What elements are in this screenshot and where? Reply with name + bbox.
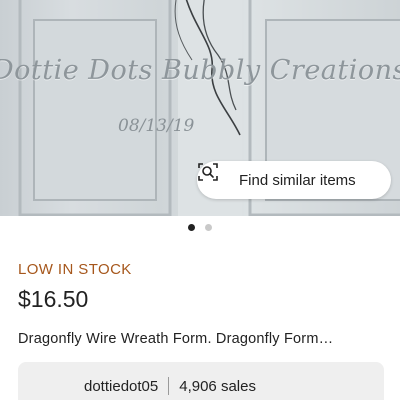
carousel-indicator (0, 224, 400, 231)
listing-title[interactable]: Dragonfly Wire Wreath Form. Dragonfly Fo… (18, 331, 384, 347)
shop-card[interactable]: dottiedot05 4,906 sales (18, 362, 384, 400)
listing-photo[interactable]: Dottie Dots Bubbly Creations created. 08… (0, 0, 400, 216)
watermark-text: Dottie Dots Bubbly Creations created. (0, 55, 400, 86)
shop-sales-count: 4,906 sales (179, 377, 256, 395)
divider (168, 377, 170, 395)
watermark-date: 08/13/19 (118, 116, 195, 136)
shop-name[interactable]: dottiedot05 (84, 378, 158, 395)
visual-search-icon (198, 163, 231, 191)
carousel-dot-active[interactable] (188, 224, 195, 231)
find-similar-button[interactable]: Find similar items (197, 161, 391, 199)
carousel-dot[interactable] (205, 224, 212, 231)
find-similar-label: Find similar items (239, 171, 356, 189)
price: $16.50 (18, 286, 89, 312)
stock-status: LOW IN STOCK (18, 261, 132, 278)
